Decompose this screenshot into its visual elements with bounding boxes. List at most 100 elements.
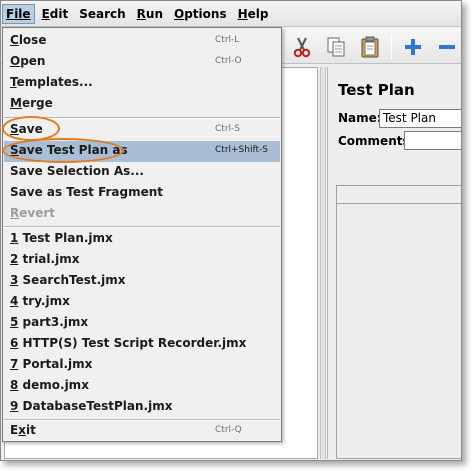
menu-item-templates[interactable]: Templates... xyxy=(4,73,280,94)
close-mnemonic: C xyxy=(10,33,19,47)
recent-file-item[interactable]: 9 DatabaseTestPlan.jmx xyxy=(4,397,280,418)
recent-file-name: HTTP(S) Test Script Recorder.jmx xyxy=(18,336,247,350)
menu-options[interactable]: Options xyxy=(170,4,231,24)
templates-rest: emplates... xyxy=(16,75,93,89)
menu-run-mnemonic: R xyxy=(136,6,146,21)
save-mnemonic: S xyxy=(10,122,19,136)
recent-file-label: 6 HTTP(S) Test Script Recorder.jmx xyxy=(10,336,246,350)
menu-separator xyxy=(4,226,280,228)
expand-icon xyxy=(405,39,421,55)
copy-button[interactable] xyxy=(321,32,351,62)
recent-file-item[interactable]: 4 try.jmx xyxy=(4,292,280,313)
revert-mnemonic: R xyxy=(10,206,20,220)
cut-button[interactable] xyxy=(287,32,317,62)
menu-item-close[interactable]: Close Ctrl-L xyxy=(4,31,280,52)
recent-file-label: 5 part3.jmx xyxy=(10,315,88,329)
toolbar-separator xyxy=(391,34,392,60)
menu-item-save-label: Save xyxy=(10,122,43,136)
file-menu-dropdown: Close Ctrl-L Open Ctrl-O Templates... Me… xyxy=(2,27,282,442)
menu-item-close-label: Close xyxy=(10,33,46,47)
comments-field[interactable] xyxy=(404,131,461,150)
menu-item-save-as-label: Save Test Plan as xyxy=(10,143,128,157)
recent-file-item[interactable]: 7 Portal.jmx xyxy=(4,355,280,376)
name-field[interactable]: Test Plan xyxy=(379,109,461,128)
exit-mnemonic: x xyxy=(18,423,26,437)
menu-item-merge[interactable]: Merge xyxy=(4,94,280,115)
recent-file-item[interactable]: 3 SearchTest.jmx xyxy=(4,271,280,292)
menu-item-open[interactable]: Open Ctrl-O xyxy=(4,52,280,73)
exit-pre: E xyxy=(10,423,19,437)
recent-file-item[interactable]: 6 HTTP(S) Test Script Recorder.jmx xyxy=(4,334,280,355)
recent-file-name: demo.jmx xyxy=(18,378,89,392)
menu-search[interactable]: Search xyxy=(75,4,129,24)
menu-help-mnemonic: H xyxy=(237,6,248,21)
recent-file-name: Portal.jmx xyxy=(18,357,93,371)
menu-bar: File Edit Search Run Options Help xyxy=(1,1,461,27)
menu-run-rest: un xyxy=(145,6,164,21)
menu-item-exit-shortcut: Ctrl-Q xyxy=(215,425,242,435)
menu-edit[interactable]: Edit xyxy=(38,4,73,24)
paste-button[interactable] xyxy=(355,32,385,62)
recent-file-label: 4 try.jmx xyxy=(10,294,70,308)
menu-item-close-shortcut: Ctrl-L xyxy=(215,35,240,45)
menu-item-save-selection-label: Save Selection As... xyxy=(10,164,144,178)
collapse-button[interactable] xyxy=(432,32,461,62)
recent-file-item[interactable]: 1 Test Plan.jmx xyxy=(4,229,280,250)
name-label: Name: xyxy=(338,111,382,125)
test-plan-panel: Test Plan Name: Test Plan Comments: xyxy=(327,67,461,459)
menu-item-exit[interactable]: Exit Ctrl-Q xyxy=(4,421,280,442)
exit-rest: it xyxy=(25,423,36,437)
menu-item-exit-label: Exit xyxy=(10,423,36,437)
menu-run[interactable]: Run xyxy=(133,4,167,24)
recent-file-item[interactable]: 8 demo.jmx xyxy=(4,376,280,397)
save-as-mnemonic: S xyxy=(10,143,19,157)
menu-item-save-fragment-label: Save as Test Fragment xyxy=(10,185,164,199)
recent-file-name: SearchTest.jmx xyxy=(18,273,126,287)
menu-item-save[interactable]: Save Ctrl-S xyxy=(4,120,280,141)
recent-file-item[interactable]: 5 part3.jmx xyxy=(4,313,280,334)
menu-item-templates-label: Templates... xyxy=(10,75,93,89)
menu-file[interactable]: File xyxy=(2,3,35,24)
cut-icon xyxy=(293,37,311,58)
comments-label: Comments: xyxy=(338,134,415,148)
recent-file-label: 8 demo.jmx xyxy=(10,378,89,392)
menu-item-save-shortcut: Ctrl-S xyxy=(215,124,240,134)
paste-icon xyxy=(361,36,379,58)
menu-options-rest: ptions xyxy=(184,6,227,21)
recent-file-name: Test Plan.jmx xyxy=(18,231,113,245)
recent-file-label: 1 Test Plan.jmx xyxy=(10,231,113,245)
recent-file-label: 9 DatabaseTestPlan.jmx xyxy=(10,399,172,413)
recent-file-item[interactable]: 2 trial.jmx xyxy=(4,250,280,271)
recent-file-label: 7 Portal.jmx xyxy=(10,357,92,371)
menu-item-save-selection-as[interactable]: Save Selection As... xyxy=(4,162,280,183)
menu-item-save-test-plan-as[interactable]: Save Test Plan as Ctrl+Shift-S xyxy=(4,141,280,162)
revert-rest: evert xyxy=(19,206,56,220)
menu-item-save-as-test-fragment[interactable]: Save as Test Fragment xyxy=(4,183,280,204)
open-mnemonic: O xyxy=(10,54,21,68)
save-as-rest: ave Test Plan as xyxy=(18,143,128,157)
menu-search-label: Search xyxy=(79,6,126,21)
collapse-icon xyxy=(439,45,455,49)
variables-table xyxy=(336,185,461,459)
menu-item-open-label: Open xyxy=(10,54,45,68)
recent-file-label: 3 SearchTest.jmx xyxy=(10,273,126,287)
recent-file-name: try.jmx xyxy=(18,294,70,308)
expand-button[interactable] xyxy=(398,32,428,62)
merge-mnemonic: M xyxy=(10,96,22,110)
menu-help[interactable]: Help xyxy=(234,4,273,24)
recent-file-label: 2 trial.jmx xyxy=(10,252,79,266)
menu-item-save-as-shortcut: Ctrl+Shift-S xyxy=(215,145,268,155)
table-header-divider xyxy=(336,203,461,204)
split-pane-divider[interactable] xyxy=(320,67,326,459)
recent-file-name: DatabaseTestPlan.jmx xyxy=(18,399,173,413)
menu-item-revert-label: Revert xyxy=(10,206,55,220)
recent-file-name: trial.jmx xyxy=(18,252,80,266)
menu-item-open-shortcut: Ctrl-O xyxy=(215,56,242,66)
menu-help-rest: elp xyxy=(247,6,269,21)
jmeter-window: File Edit Search Run Options Help Test P… xyxy=(0,0,462,461)
panel-title: Test Plan xyxy=(338,81,415,99)
menu-item-revert: Revert xyxy=(4,204,280,225)
copy-icon xyxy=(327,37,345,57)
menu-edit-mnemonic: E xyxy=(41,6,50,21)
merge-rest: erge xyxy=(21,96,53,110)
